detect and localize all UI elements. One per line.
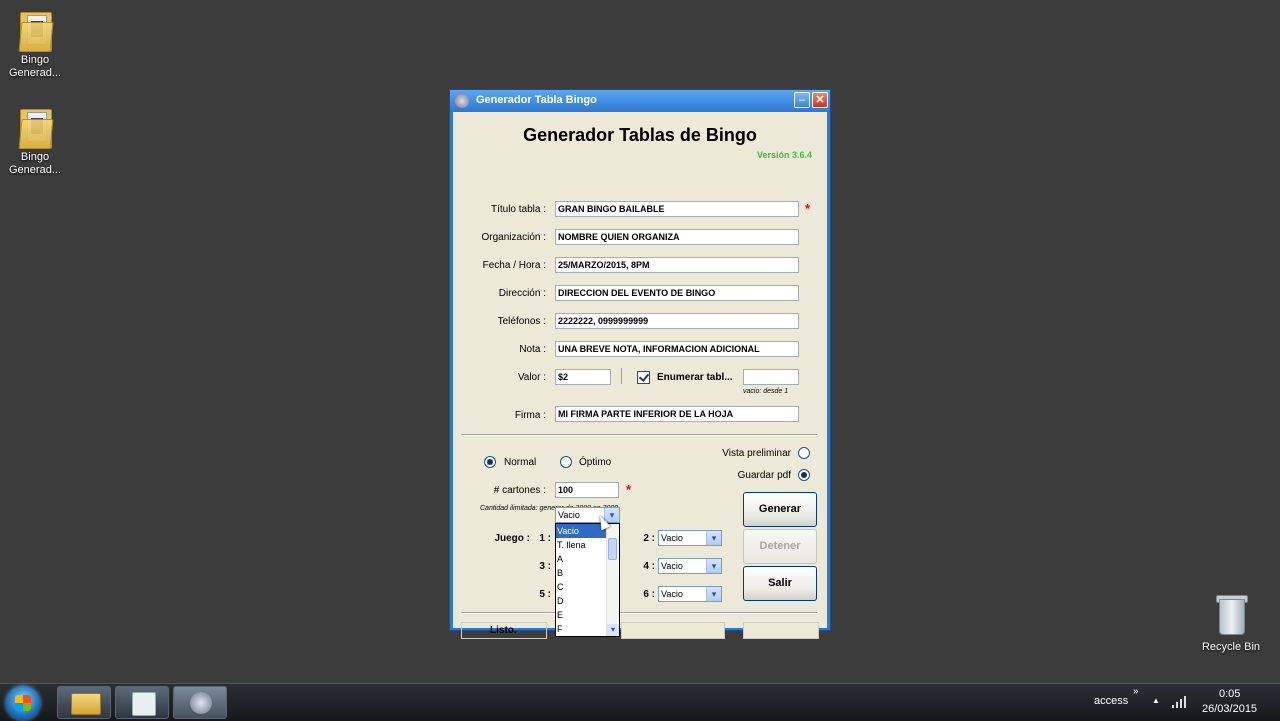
- windows-logo-icon: [15, 695, 31, 711]
- dropdown-scrollbar[interactable]: ▾: [606, 524, 619, 636]
- chevron-right-icon[interactable]: »: [1133, 686, 1139, 697]
- minimize-button[interactable]: –: [794, 92, 810, 108]
- select-value: Vacio: [661, 589, 683, 599]
- detener-button[interactable]: Detener: [743, 529, 817, 564]
- desktop-icon-bingo-1[interactable]: Bingo Generad...: [0, 8, 70, 80]
- enumerar-input[interactable]: [743, 369, 799, 385]
- salir-button[interactable]: Salir: [743, 566, 817, 601]
- clock-time[interactable]: 0:05: [1219, 688, 1240, 700]
- folder-icon: [18, 8, 54, 52]
- taskbar-bingo-app-button[interactable]: [173, 686, 227, 719]
- show-hidden-icons-icon[interactable]: ▲: [1152, 696, 1160, 705]
- cartones-input[interactable]: 100: [555, 482, 619, 498]
- juego-slot-1-num: 1 :: [539, 533, 551, 544]
- network-signal-icon[interactable]: [1172, 694, 1186, 708]
- recycle-bin-icon: [1213, 593, 1249, 635]
- fecha-label: Fecha / Hora :: [482, 260, 546, 271]
- tray-toolbar-label[interactable]: access: [1094, 695, 1128, 707]
- telefonos-input[interactable]: 2222222, 0999999999: [555, 313, 799, 329]
- enumerar-label: Enumerar tabl...: [657, 372, 733, 383]
- juego-slot-2-num: 2 :: [643, 533, 655, 544]
- taskbar: access » ▲ 0:05 26/03/2015: [0, 683, 1280, 721]
- optimo-label: Óptimo: [579, 457, 612, 468]
- vista-radio[interactable]: [798, 447, 810, 459]
- select-value: Vacio: [558, 510, 580, 520]
- organizacion-label: Organización :: [481, 232, 546, 243]
- juego-slot-5-num: 5 :: [539, 589, 551, 600]
- normal-radio[interactable]: [484, 456, 496, 468]
- juego-slot-4-select[interactable]: Vacio ▾: [658, 558, 722, 574]
- guardar-radio[interactable]: [798, 469, 810, 481]
- desktop-icon-bingo-2[interactable]: Bingo Generad...: [0, 105, 70, 177]
- version-label: Versión 3.6.4: [757, 150, 813, 160]
- chevron-down-icon: ▾: [706, 531, 721, 545]
- progress-bar: [621, 622, 725, 639]
- vista-label: Vista preliminar: [722, 448, 791, 459]
- desktop-icon-label: Recycle Bin: [1201, 641, 1261, 653]
- desktop-icon-label: Bingo Generad...: [9, 151, 61, 176]
- scrollbar-thumb[interactable]: [608, 538, 617, 560]
- enumerar-checkbox[interactable]: [637, 371, 650, 384]
- taskbar-explorer-button[interactable]: [57, 686, 111, 719]
- guardar-label: Guardar pdf: [737, 470, 791, 481]
- window-titlebar[interactable]: Generador Tabla Bingo – ✕: [450, 90, 830, 112]
- bingo-window: Generador Tabla Bingo – ✕ Generador Tabl…: [449, 89, 831, 639]
- nota-input[interactable]: UNA BREVE NOTA, INFORMACION ADICIONAL: [555, 341, 799, 357]
- titulo-label: Título tabla :: [490, 204, 546, 215]
- fecha-input[interactable]: 25/MARZO/2015, 8PM: [555, 257, 799, 273]
- nota-label: Nota :: [519, 344, 546, 355]
- status-panel: [743, 622, 819, 639]
- telefonos-label: Teléfonos :: [497, 316, 546, 327]
- window-client-area: Generador Tablas de Bingo Versión 3.6.4 …: [453, 112, 827, 639]
- organizacion-input[interactable]: NOMBRE QUIEN ORGANIZA: [555, 229, 799, 245]
- titulo-input[interactable]: GRAN BINGO BAILABLE: [555, 201, 799, 217]
- status-separator: [461, 612, 817, 614]
- optimo-radio[interactable]: [560, 456, 572, 468]
- scroll-down-icon[interactable]: ▾: [607, 624, 619, 636]
- taskbar-document-button[interactable]: [115, 686, 169, 719]
- direccion-input[interactable]: DIRECCION DEL EVENTO DE BINGO: [555, 285, 799, 301]
- cartones-label: # cartones :: [493, 485, 546, 496]
- folder-icon: [18, 105, 54, 149]
- select-value: Vacio: [661, 561, 683, 571]
- close-button[interactable]: ✕: [812, 92, 828, 108]
- juego-label: Juego :: [494, 533, 530, 544]
- chevron-down-icon: ▾: [706, 587, 721, 601]
- start-button[interactable]: [6, 686, 40, 720]
- required-marker: *: [805, 201, 811, 216]
- juego-slot-1-select-box[interactable]: Vacio ▾: [555, 507, 620, 523]
- juego-dropdown-list[interactable]: Vacio T. llena A B C D E F ▾: [555, 523, 620, 637]
- divider: [621, 368, 622, 384]
- juego-slot-3-num: 3 :: [539, 561, 551, 572]
- desktop-icon-recycle-bin[interactable]: Recycle Bin: [1196, 593, 1266, 654]
- juego-slot-4-num: 4 :: [643, 561, 655, 572]
- juego-slot-2-select[interactable]: Vacio ▾: [658, 530, 722, 546]
- select-value: Vacio: [661, 533, 683, 543]
- desktop-icon-label: Bingo Generad...: [9, 54, 61, 79]
- folder-icon: [71, 693, 101, 715]
- valor-input[interactable]: $2: [555, 369, 611, 385]
- required-marker: *: [626, 482, 632, 497]
- clock-date[interactable]: 26/03/2015: [1202, 703, 1257, 715]
- generar-button[interactable]: Generar: [743, 492, 817, 527]
- juego-slot-6-num: 6 :: [643, 589, 655, 600]
- chevron-down-icon: ▾: [706, 559, 721, 573]
- enumerar-hint: vacio: desde 1: [743, 388, 789, 395]
- direccion-label: Dirección :: [498, 288, 546, 299]
- window-title: Generador Tabla Bingo: [476, 94, 597, 106]
- app-icon: [190, 692, 212, 714]
- valor-label: Valor :: [517, 372, 546, 383]
- firma-label: Firma :: [514, 410, 546, 421]
- section-separator: [461, 434, 817, 436]
- app-heading: Generador Tablas de Bingo: [523, 125, 757, 145]
- app-icon: [455, 94, 469, 108]
- document-icon: [132, 692, 156, 716]
- juego-slot-6-select[interactable]: Vacio ▾: [658, 586, 722, 602]
- status-text: Listo.: [461, 622, 547, 639]
- firma-input[interactable]: MI FIRMA PARTE INFERIOR DE LA HOJA: [555, 406, 799, 422]
- normal-label: Normal: [504, 457, 537, 468]
